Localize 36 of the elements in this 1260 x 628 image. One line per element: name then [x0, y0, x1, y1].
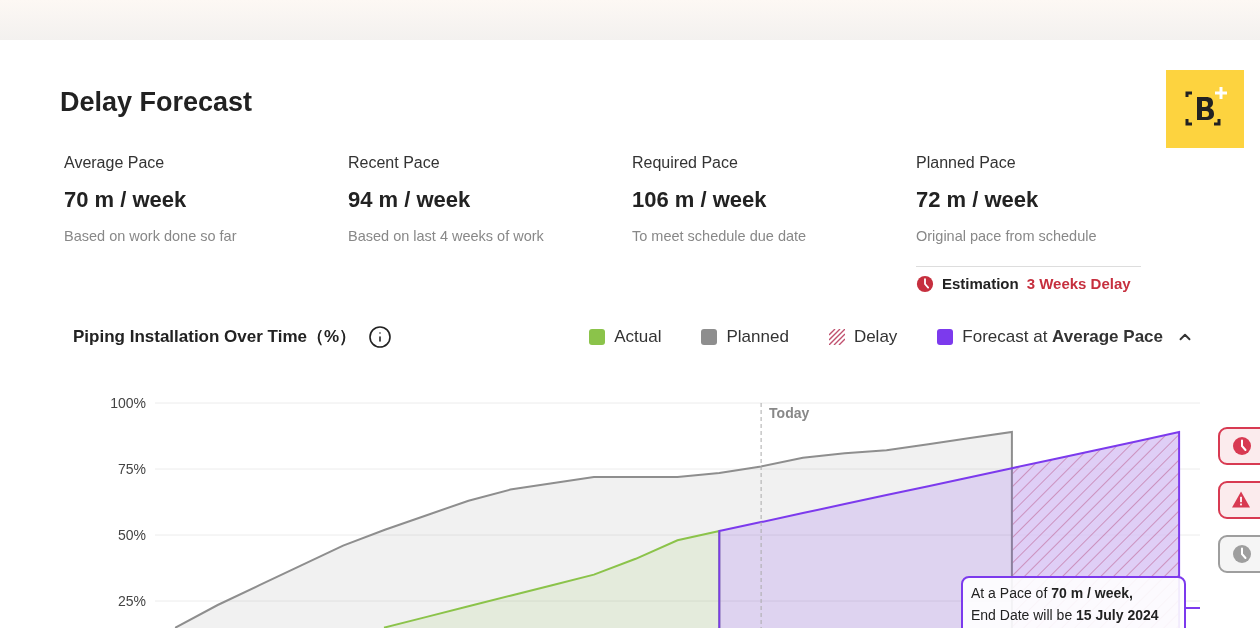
axis-label: 75%: [117, 460, 146, 477]
metric-note: To meet schedule due date: [632, 227, 808, 246]
estimation-value: 3 Weeks Delay: [1026, 273, 1131, 294]
warning-button[interactable]: [1218, 480, 1260, 519]
metric-label: Recent Pace: [348, 153, 441, 173]
estimation-label: Estimation: [942, 273, 1019, 294]
today-label: Today: [769, 404, 810, 421]
metric-label: Planned Pace: [916, 153, 1017, 173]
clock-button[interactable]: [1218, 534, 1260, 573]
tooltip-text: End Date will be 15 July 2024: [971, 605, 1160, 625]
page-title: Delay Forecast: [60, 86, 253, 119]
metric-note: Based on work done so far: [64, 227, 238, 246]
clock-icon: [916, 275, 934, 293]
legend-item[interactable]: Planned: [701, 324, 789, 350]
legend-item[interactable]: Delay: [828, 324, 898, 350]
logo-icon: [1166, 70, 1244, 148]
legend-item[interactable]: Forecast at Average Pace: [937, 324, 1194, 350]
chart-title: Piping Installation Over Time（%）: [73, 326, 357, 349]
metric-label: Average Pace: [64, 153, 166, 173]
clock-button[interactable]: [1218, 426, 1260, 465]
clock-icon: [1232, 435, 1252, 456]
tooltip-text: At a Pace of 70 m / week,: [971, 583, 1134, 603]
metric-value: 106 m / week: [632, 186, 768, 214]
axis-label: 50%: [117, 526, 146, 543]
metric-value: 72 m / week: [916, 186, 1040, 214]
axis-label: 100%: [110, 394, 146, 411]
metric-value: 94 m / week: [348, 186, 472, 214]
metric-note: Based on last 4 weeks of work: [348, 227, 545, 246]
legend-item[interactable]: Actual: [589, 324, 662, 350]
warning-icon: [1232, 491, 1250, 509]
clock-icon: [1232, 543, 1252, 564]
metric-note: Original pace from schedule: [916, 227, 1098, 246]
info-icon[interactable]: [368, 325, 393, 349]
metric-label: Required Pace: [632, 153, 739, 173]
metric-value: 70 m / week: [64, 186, 188, 214]
axis-label: 25%: [117, 592, 146, 609]
